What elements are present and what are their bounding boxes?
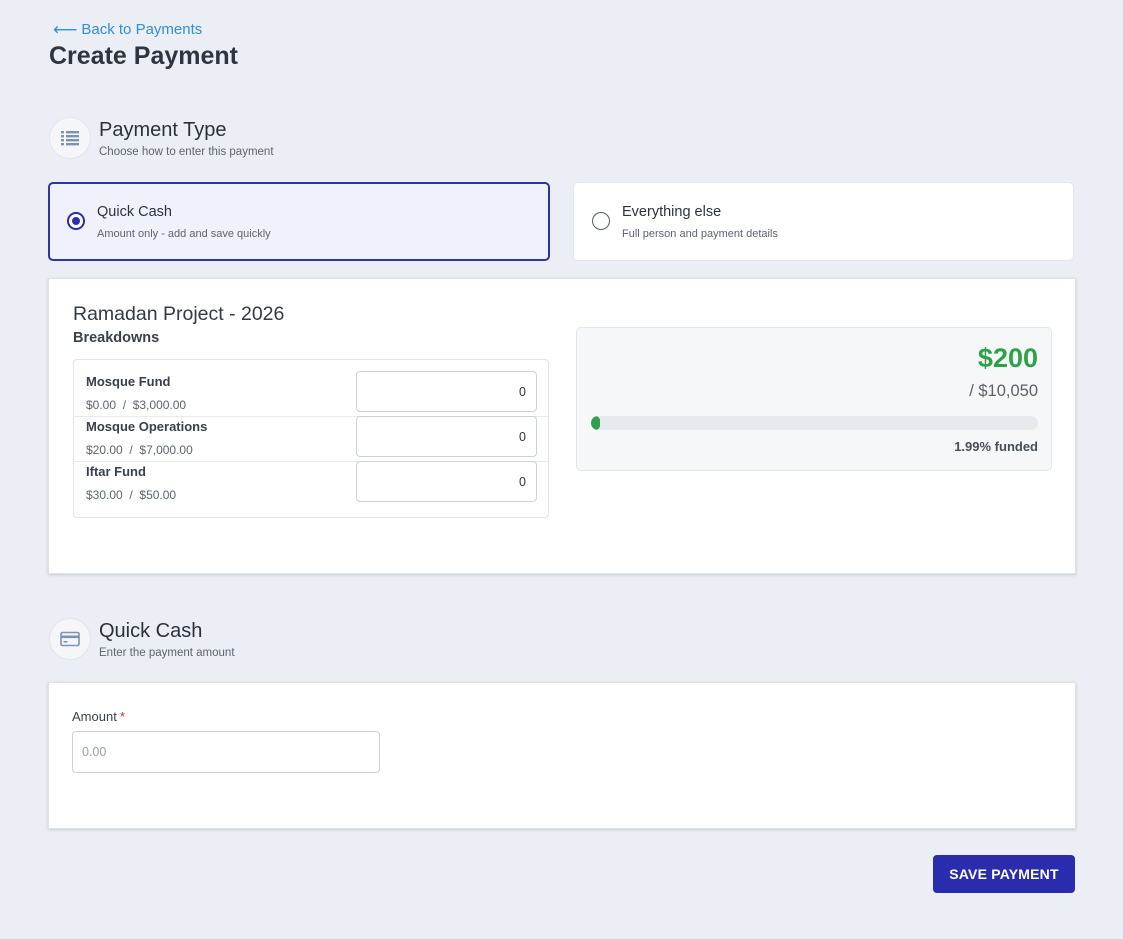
breakdown-list: Mosque Fund $0.00 / $3,000.00 Mosque Ope… — [73, 359, 549, 518]
breakdown-amount: $30.00 / $50.00 — [86, 488, 177, 502]
credit-card-icon — [49, 618, 91, 660]
goal-amount: / $10,050 — [969, 382, 1038, 400]
radio-checked-icon[interactable] — [67, 212, 85, 230]
option-quick-cash[interactable]: Quick Cash Amount only - add and save qu… — [48, 182, 550, 261]
breakdown-name: Mosque Operations — [86, 419, 208, 434]
back-link-label: Back to Payments — [81, 21, 203, 38]
save-payment-button[interactable]: SAVE PAYMENT — [933, 855, 1075, 893]
section-subtitle: Enter the payment amount — [99, 647, 235, 659]
section-title: Payment Type — [99, 119, 227, 141]
amount-card: Amount * — [48, 682, 1076, 829]
funded-label: 1.99% funded — [954, 439, 1038, 454]
breakdown-amount-input[interactable] — [356, 371, 537, 412]
create-payment-page: ⟵ Back to Payments Create Payment Paymen… — [0, 0, 1123, 939]
breakdown-amount-input[interactable] — [356, 461, 537, 502]
option-description: Amount only - add and save quickly — [97, 228, 271, 240]
amount-input[interactable] — [72, 731, 380, 773]
funding-progress-panel: $200 / $10,050 1.99% funded — [576, 327, 1052, 471]
section-subtitle: Choose how to enter this payment — [99, 146, 274, 158]
quick-cash-header: Quick Cash Enter the payment amount — [49, 618, 235, 660]
breakdown-name: Iftar Fund — [86, 464, 146, 479]
back-to-payments-link[interactable]: ⟵ Back to Payments — [53, 21, 202, 38]
breakdown-row: Mosque Fund $0.00 / $3,000.00 — [74, 371, 548, 417]
progress-fill — [591, 416, 600, 430]
project-title: Ramadan Project - 2026 — [73, 303, 285, 325]
breakdown-amount-input[interactable] — [356, 416, 537, 457]
radio-unchecked-icon[interactable] — [592, 212, 610, 230]
breakdown-row: Mosque Operations $20.00 / $7,000.00 — [74, 416, 548, 461]
required-marker: * — [119, 709, 125, 724]
breakdown-row: Iftar Fund $30.00 / $50.00 — [74, 461, 548, 506]
section-title: Quick Cash — [99, 620, 203, 642]
breakdown-amount: $20.00 / $7,000.00 — [86, 443, 193, 457]
breakdown-name: Mosque Fund — [86, 374, 171, 389]
option-description: Full person and payment details — [622, 228, 778, 240]
raised-amount: $200 — [977, 343, 1038, 373]
option-title: Quick Cash — [97, 204, 172, 220]
option-title: Everything else — [622, 204, 722, 220]
breakdown-amount: $0.00 / $3,000.00 — [86, 398, 187, 412]
option-everything-else[interactable]: Everything else Full person and payment … — [573, 182, 1074, 261]
list-icon — [49, 117, 91, 159]
payment-type-header: Payment Type Choose how to enter this pa… — [49, 117, 274, 159]
amount-label: Amount * — [72, 709, 125, 724]
page-title: Create Payment — [49, 42, 238, 70]
breakdowns-label: Breakdowns — [73, 330, 160, 346]
progress-bar — [591, 416, 1038, 430]
arrow-left-icon: ⟵ — [53, 20, 78, 39]
project-card: Ramadan Project - 2026 Breakdowns Mosque… — [48, 278, 1076, 574]
